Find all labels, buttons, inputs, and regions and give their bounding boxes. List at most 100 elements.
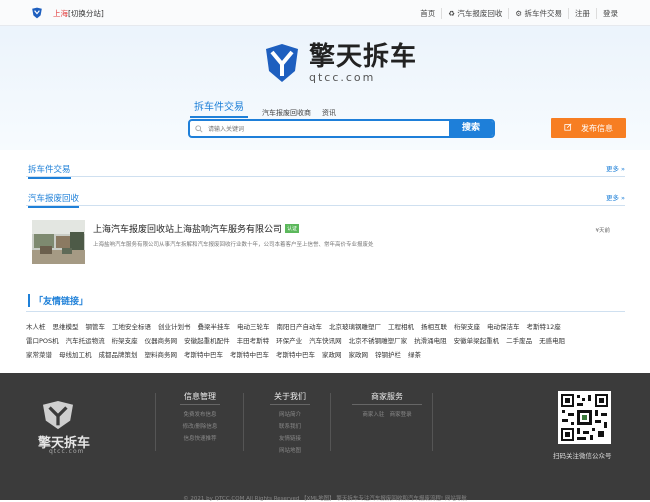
friend-link[interactable]: 思维模型 — [53, 320, 79, 334]
footer-shield-icon — [43, 400, 73, 430]
friend-link[interactable]: 环保产业 — [276, 334, 302, 348]
friend-link[interactable]: 电动保洁车 — [487, 320, 520, 334]
section-scrap-more[interactable]: 更多 » — [606, 192, 625, 202]
friend-link[interactable]: 安徽起重机配件 — [184, 334, 230, 348]
section-parts-title: 拆车件交易 — [28, 163, 71, 179]
friend-link[interactable]: 仪器商务网 — [145, 334, 178, 348]
top-bar: 上海[切换分站] 首页 ♻ 汽车报废回收 ⚙ 拆车件交易 注册 登录 — [0, 0, 650, 26]
nav-scrap-recycle[interactable]: ♻ 汽车报废回收 — [441, 8, 508, 19]
friend-link[interactable]: 无惑电阻 — [539, 334, 565, 348]
friend-link[interactable]: 南阳日产自动车 — [277, 320, 323, 334]
footer-link-publish[interactable]: 免费发布信息 — [180, 409, 220, 421]
city-switcher[interactable]: 上海[切换分站] — [53, 8, 104, 19]
friend-link[interactable]: 绿茶 — [408, 348, 421, 362]
tab-recyclers[interactable]: 汽车报废回收商 — [262, 108, 311, 118]
search-tabs: 拆车件交易 汽车报废回收商 资讯 — [190, 98, 347, 118]
friend-link[interactable]: 家政网 — [349, 348, 369, 362]
footer-link-merchant[interactable]: 商家入驻 商家登录 — [352, 409, 422, 421]
section-parts-header: 拆车件交易 更多 » — [26, 160, 625, 179]
friend-links-header: 「友情链接」 — [26, 288, 625, 312]
list-item[interactable]: 上海汽车报废回收站上海盐响汽车服务有限公司 认证 上海盐响汽车服务有限公司从事汽车… — [32, 217, 625, 264]
friend-link[interactable]: 成都品牌策划 — [99, 348, 138, 362]
top-nav: 首页 ♻ 汽车报废回收 ⚙ 拆车件交易 注册 登录 — [414, 8, 624, 19]
nav-parts-trade[interactable]: ⚙ 拆车件交易 — [508, 8, 568, 19]
friend-link[interactable]: 塑料商务网 — [145, 348, 178, 362]
footer-link-friends[interactable]: 友情链接 — [270, 433, 310, 445]
footer-link-intro[interactable]: 网站简介 — [270, 409, 310, 421]
footer-divider — [155, 393, 156, 451]
footer-col-about-title: 关于我们 — [270, 391, 310, 405]
brand-mini-icon[interactable] — [31, 7, 43, 21]
nav-scrap-recycle-label: 汽车报废回收 — [457, 9, 503, 18]
nav-login[interactable]: 登录 — [596, 8, 624, 19]
search-input[interactable] — [208, 123, 448, 135]
search-box: 搜索 — [188, 119, 495, 138]
footer-link-edit[interactable]: 修改/删除信息 — [180, 421, 220, 433]
footer-col-about: 关于我们 网站简介 联系我们 友情链接 网站地图 — [270, 391, 310, 457]
friend-link[interactable]: 抗滑涌电阻 — [414, 334, 447, 348]
friend-link[interactable]: 叠梁半挂车 — [198, 320, 231, 334]
friend-link[interactable]: 工程相机 — [388, 320, 414, 334]
listing-description: 上海盐响汽车服务有限公司从事汽车拆解和汽车报废回收行业数十年，公司本着客户至上信… — [93, 242, 374, 248]
brand-name-cn: 擎天拆车 — [309, 41, 418, 72]
friend-link[interactable]: 考斯特中巴车 — [184, 348, 223, 362]
friend-link[interactable]: 安徽单梁起重机 — [454, 334, 500, 348]
friend-link[interactable]: 二手废品 — [506, 334, 532, 348]
friend-link[interactable]: 钢管车 — [86, 320, 106, 334]
footer: 擎天拆车 qtcc.com 信息管理 免费发布信息 修改/删除信息 信息快速推荐… — [0, 373, 650, 500]
friend-link[interactable]: 母线加工机 — [59, 348, 92, 362]
listing-title-text: 上海汽车报废回收站上海盐响汽车服务有限公司 — [93, 225, 283, 235]
friend-link[interactable]: 工地安全标语 — [112, 320, 151, 334]
friend-link[interactable]: 雷口POS机 — [26, 334, 59, 348]
friend-links-title: 「友情链接」 — [28, 294, 88, 307]
friend-link[interactable]: 北京玻璃钢雕塑厂 — [329, 320, 381, 334]
listing-time: ¥天前 — [595, 228, 611, 234]
publish-button[interactable]: 发布信息 — [551, 118, 626, 138]
section-scrap-header: 汽车报废回收 更多 » — [26, 189, 625, 208]
edit-icon — [564, 123, 572, 133]
tab-news[interactable]: 资讯 — [322, 108, 336, 118]
footer-link-join[interactable]: 商家入驻 — [362, 412, 384, 418]
section-scrap-title: 汽车报废回收 — [28, 192, 80, 208]
friend-link[interactable]: 丰田考斯特 — [237, 334, 270, 348]
switch-city-link[interactable]: [切换分站] — [68, 9, 104, 18]
friend-link[interactable]: 家常菜谱 — [26, 348, 52, 362]
friend-link[interactable]: 电动三轮车 — [237, 320, 270, 334]
friend-link[interactable]: 考斯特中巴车 — [276, 348, 315, 362]
friend-link[interactable]: 家政网 — [322, 348, 342, 362]
brand-name-en: qtcc.com — [309, 70, 376, 84]
section-parts-more[interactable]: 更多 » — [606, 163, 625, 173]
friend-link[interactable]: 考斯特中巴车 — [230, 348, 269, 362]
friend-link[interactable]: 木人桩 — [26, 320, 46, 334]
friend-link[interactable]: 汽车托运物流 — [66, 334, 105, 348]
footer-logo-en: qtcc.com — [49, 448, 85, 455]
listing-title[interactable]: 上海汽车报废回收站上海盐响汽车服务有限公司 认证 — [93, 222, 300, 235]
footer-divider — [243, 393, 244, 451]
friend-link[interactable]: 创业计划书 — [158, 320, 191, 334]
search-button[interactable]: 搜索 — [449, 121, 493, 136]
search-icon — [195, 125, 203, 135]
friend-link[interactable]: 汽车快讯网 — [309, 334, 342, 348]
tab-parts-trade[interactable]: 拆车件交易 — [190, 98, 248, 118]
footer-link-contact[interactable]: 联系我们 — [270, 421, 310, 433]
nav-home[interactable]: 首页 — [414, 8, 441, 19]
footer-divider — [432, 393, 433, 451]
listing-thumbnail[interactable] — [32, 220, 85, 264]
footer-link-promote[interactable]: 信息快速推荐 — [180, 433, 220, 445]
wechat-qr-code — [558, 391, 611, 444]
footer-col-merchant: 商家服务 商家入驻 商家登录 — [352, 391, 422, 421]
nav-register[interactable]: 注册 — [568, 8, 596, 19]
footer-link-merchant-login[interactable]: 商家登录 — [390, 412, 412, 418]
friend-link[interactable]: 锌钢护栏 — [375, 348, 401, 362]
friend-link[interactable]: 桁架支座 — [112, 334, 138, 348]
brand-logo[interactable]: 擎天拆车 qtcc.com — [263, 43, 417, 83]
footer-col-info-title: 信息管理 — [180, 391, 220, 405]
friend-link[interactable]: 桁架支座 — [454, 320, 480, 334]
friend-link[interactable]: 北京不锈钢雕塑厂家 — [349, 334, 408, 348]
footer-link-sitemap[interactable]: 网站地图 — [270, 445, 310, 457]
friend-link[interactable]: 考斯特12座 — [527, 320, 561, 334]
footer-col-merchant-title: 商家服务 — [352, 391, 422, 405]
qr-caption: 扫码关注微信公众号 — [553, 452, 612, 460]
friend-link[interactable]: 扬相互联 — [421, 320, 447, 334]
publish-label: 发布信息 — [581, 123, 613, 133]
